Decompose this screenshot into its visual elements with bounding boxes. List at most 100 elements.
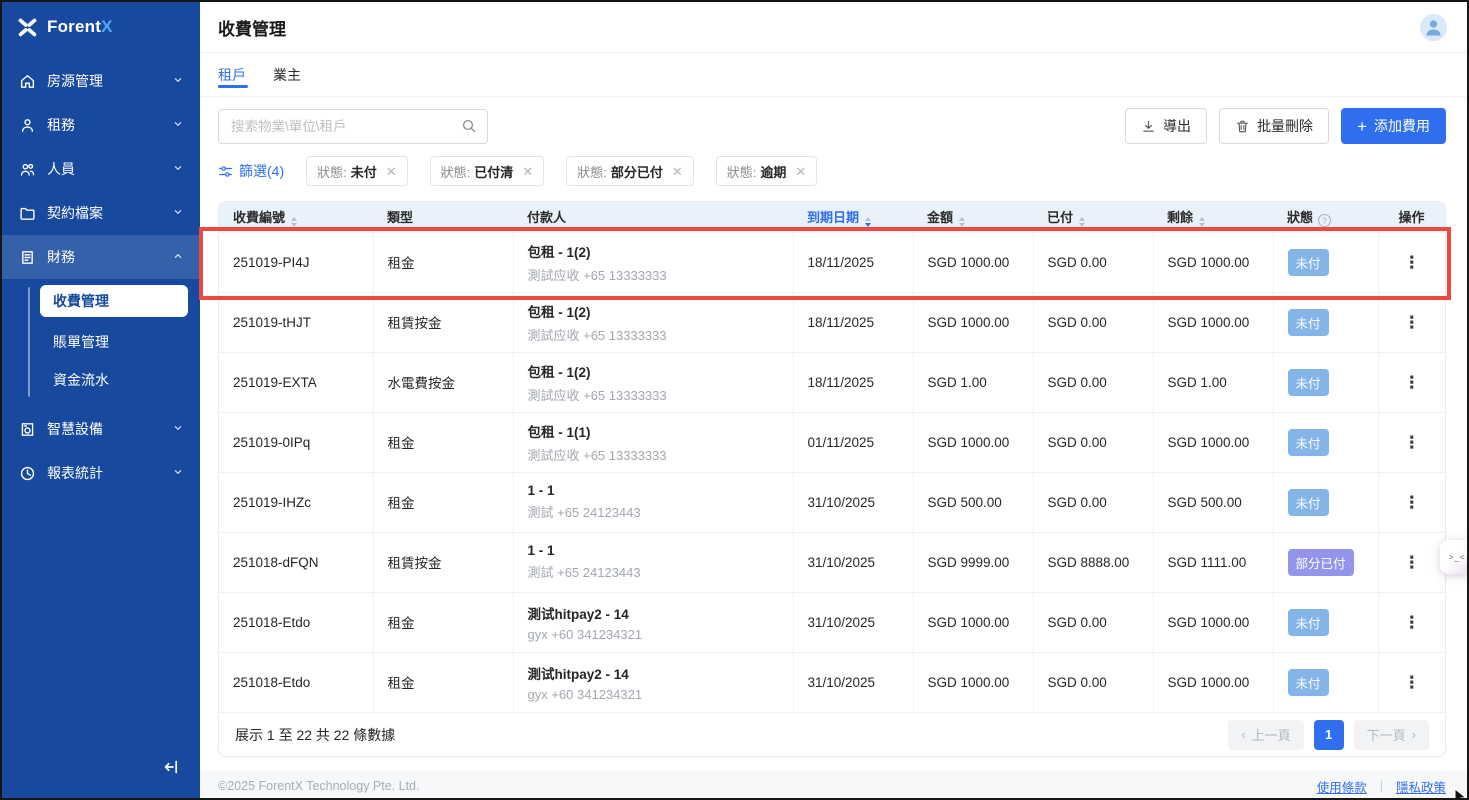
column-header-5[interactable]: 金額 — [913, 202, 1033, 232]
due-date: 01/11/2025 — [793, 412, 913, 472]
sidebar-item-tenancy[interactable]: 租務 — [2, 103, 200, 147]
remaining-amount: SGD 500.00 — [1153, 472, 1273, 532]
sidebar-item-property[interactable]: 房源管理 — [2, 59, 200, 103]
actions-cell: ⋮ — [1378, 232, 1445, 292]
status-badge: 未付 — [1288, 249, 1329, 276]
person-icon — [1420, 14, 1447, 41]
amount: SGD 1.00 — [913, 352, 1033, 412]
table-row[interactable]: 251018-dFQN租賃按金 1 - 1 測試 +65 2412344331/… — [219, 532, 1445, 592]
column-header-1[interactable]: 收費編號 — [219, 202, 373, 232]
filter-toggle[interactable]: 篩選(4) — [218, 161, 284, 181]
column-header-4[interactable]: 到期日期 — [793, 202, 913, 232]
bulk-delete-button[interactable]: 批量刪除 — [1219, 108, 1329, 144]
fee-type: 租金 — [373, 232, 513, 292]
fee-id: 251018-Etdo — [219, 652, 373, 712]
tab-tenant[interactable]: 租戶 — [218, 53, 246, 96]
footer-link-2[interactable]: 隱私政策 — [1396, 777, 1446, 796]
payer-cell: 1 - 1 測試 +65 24123443 — [513, 532, 793, 592]
column-header-8: 狀態? — [1273, 202, 1378, 232]
add-fee-button[interactable]: + 添加費用 — [1341, 108, 1446, 144]
paid-amount: SGD 8888.00 — [1033, 532, 1153, 592]
column-header-6[interactable]: 已付 — [1033, 202, 1153, 232]
payer-cell: 包租 - 1(2) 測試应收 +65 13333333 — [513, 232, 793, 292]
sidebar-item-contracts[interactable]: 契約檔案 — [2, 191, 200, 235]
sort-carets-icon[interactable] — [291, 217, 297, 227]
table-row[interactable]: 251019-IHZc租金 1 - 1 測試 +65 2412344331/10… — [219, 472, 1445, 532]
pager: ‹ 上一頁 1 下一頁 › — [1228, 720, 1429, 750]
sidebar-collapse-button[interactable] — [163, 758, 181, 781]
payer-name: 包租 - 1(1) — [528, 421, 785, 441]
sidebar-subitem-cash-flow[interactable]: 資金流水 — [40, 361, 188, 399]
table-row[interactable]: 251019-0IPq租金 包租 - 1(1) 測試应收 +65 1333333… — [219, 412, 1445, 472]
remaining-amount: SGD 1000.00 — [1153, 652, 1273, 712]
payer-cell: 1 - 1 測試 +65 24123443 — [513, 472, 793, 532]
sort-carets-icon[interactable] — [959, 217, 965, 227]
table-row[interactable]: 251018-Etdo租金 測试hitpay2 - 14 gyx +60 341… — [219, 592, 1445, 652]
actions-cell: ⋮ — [1378, 592, 1445, 652]
filter-sliders-icon — [218, 164, 233, 179]
export-button[interactable]: 導出 — [1125, 108, 1207, 144]
table-row[interactable]: 251018-Etdo租金 測试hitpay2 - 14 gyx +60 341… — [219, 652, 1445, 712]
filter-chip-未付: 狀態:未付✕ — [306, 156, 408, 186]
brand-logo[interactable]: ForentX — [2, 2, 200, 52]
sidebar: ForentX 房源管理租務人員契約檔案財務收費管理賬單管理資金流水智慧設備報表… — [2, 2, 200, 798]
collapse-left-icon — [163, 758, 181, 776]
user-avatar[interactable] — [1420, 14, 1447, 41]
remove-chip-icon[interactable]: ✕ — [522, 165, 533, 178]
table-row-highlighted[interactable]: 251019-PI4J租金 包租 - 1(2) 測試应收 +65 1333333… — [219, 232, 1445, 292]
page-1-button[interactable]: 1 — [1314, 720, 1344, 750]
payer-contact: 測試 +65 24123443 — [528, 502, 785, 521]
remove-chip-icon[interactable]: ✕ — [672, 165, 683, 178]
sidebar-item-devices[interactable]: 智慧設備 — [2, 407, 200, 451]
finance-icon — [19, 249, 36, 266]
search-input[interactable] — [218, 109, 488, 144]
remove-chip-icon[interactable]: ✕ — [795, 165, 806, 178]
fee-type: 租金 — [373, 472, 513, 532]
fee-id: 251019-IHZc — [219, 472, 373, 532]
sort-carets-icon[interactable] — [1199, 217, 1205, 227]
sidebar-item-finance[interactable]: 財務 — [2, 235, 200, 279]
sort-carets-icon[interactable] — [1079, 217, 1085, 227]
fee-type: 租金 — [373, 412, 513, 472]
row-actions-kebab-icon[interactable]: ⋮ — [1403, 614, 1420, 631]
trash-icon — [1235, 119, 1250, 134]
table-row[interactable]: 251019-EXTA水電費按金 包租 - 1(2) 測試应收 +65 1333… — [219, 352, 1445, 412]
sidebar-item-reports[interactable]: 報表統計 — [2, 451, 200, 495]
chevron-down-icon — [172, 73, 184, 89]
remaining-amount: SGD 1.00 — [1153, 352, 1273, 412]
next-page-button[interactable]: 下一頁 › — [1354, 720, 1429, 750]
feedback-widget[interactable]: >_< — [1440, 540, 1469, 574]
status-cell: 未付 — [1273, 292, 1378, 352]
row-actions-kebab-icon[interactable]: ⋮ — [1403, 374, 1420, 391]
row-actions-kebab-icon[interactable]: ⋮ — [1403, 434, 1420, 451]
row-actions-kebab-icon[interactable]: ⋮ — [1403, 314, 1420, 331]
payer-contact: 測試应收 +65 13333333 — [528, 265, 785, 284]
row-actions-kebab-icon[interactable]: ⋮ — [1403, 494, 1420, 511]
remove-chip-icon[interactable]: ✕ — [386, 165, 397, 178]
tab-landlord[interactable]: 業主 — [273, 53, 301, 96]
payer-name: 測试hitpay2 - 14 — [528, 663, 785, 683]
user-icon — [19, 117, 36, 134]
app-window: ForentX 房源管理租務人員契約檔案財務收費管理賬單管理資金流水智慧設備報表… — [0, 0, 1469, 800]
payer-cell: 包租 - 1(2) 測試应收 +65 13333333 — [513, 292, 793, 352]
row-actions-kebab-icon[interactable]: ⋮ — [1403, 554, 1420, 571]
fee-id: 251018-dFQN — [219, 532, 373, 592]
chevron-up-icon — [172, 249, 184, 265]
main-area: 收費管理 租戶 業主 — [200, 2, 1467, 798]
sidebar-subitem-bill-management[interactable]: 賬單管理 — [40, 323, 188, 361]
status-cell: 未付 — [1273, 472, 1378, 532]
row-actions-kebab-icon[interactable]: ⋮ — [1403, 254, 1420, 271]
sidebar-item-people[interactable]: 人員 — [2, 147, 200, 191]
row-actions-kebab-icon[interactable]: ⋮ — [1403, 674, 1420, 691]
search-icon — [461, 118, 477, 139]
tab-bar: 租戶 業主 — [200, 53, 1467, 97]
sidebar-subitem-fee-management[interactable]: 收費管理 — [40, 285, 188, 317]
column-header-7[interactable]: 剩餘 — [1153, 202, 1273, 232]
table-row[interactable]: 251019-tHJT租賃按金 包租 - 1(2) 測試应收 +65 13333… — [219, 292, 1445, 352]
prev-page-button[interactable]: ‹ 上一頁 — [1228, 720, 1303, 750]
help-icon[interactable]: ? — [1318, 214, 1331, 227]
sort-carets-icon[interactable] — [865, 217, 871, 227]
remaining-amount: SGD 1000.00 — [1153, 592, 1273, 652]
fee-type: 租金 — [373, 652, 513, 712]
footer-link-1[interactable]: 使用條款 — [1317, 777, 1367, 796]
